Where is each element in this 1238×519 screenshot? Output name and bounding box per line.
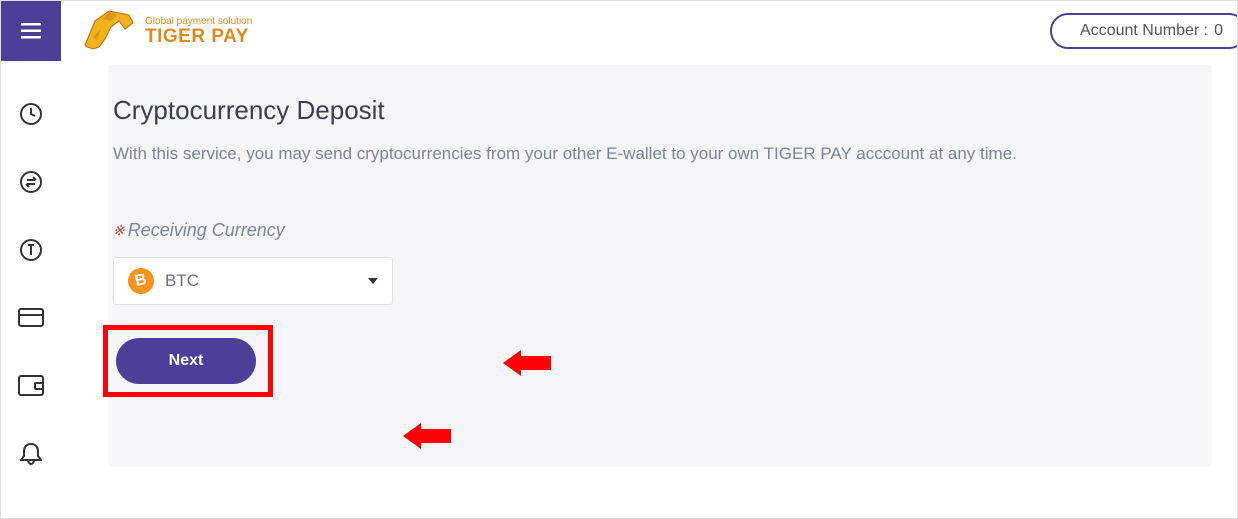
required-marker: ※ xyxy=(113,222,125,238)
account-label: Account Number : xyxy=(1080,22,1208,40)
tiger-icon xyxy=(81,9,137,53)
page-title: Cryptocurrency Deposit xyxy=(113,95,1211,126)
receiving-currency-select[interactable]: B BTC xyxy=(113,257,393,305)
logo[interactable]: Global payment solution TIGER PAY xyxy=(81,9,252,53)
logo-tagline: Global payment solution xyxy=(145,17,252,27)
account-number-pill[interactable]: Account Number : 0 xyxy=(1050,13,1238,49)
sidebar-clock-icon[interactable] xyxy=(18,101,44,127)
selected-currency-value: BTC xyxy=(165,271,199,291)
sidebar-card-icon[interactable] xyxy=(18,305,44,331)
menu-button[interactable] xyxy=(1,1,61,61)
annotation-arrow-next xyxy=(403,423,451,449)
sidebar-bell-icon[interactable] xyxy=(18,441,44,467)
account-number-value: 0 xyxy=(1214,22,1223,40)
annotation-arrow-select xyxy=(503,350,551,376)
chevron-down-icon xyxy=(368,278,378,284)
sidebar-wallet-icon[interactable] xyxy=(18,373,44,399)
sidebar xyxy=(1,61,61,518)
sidebar-token-icon[interactable] xyxy=(18,237,44,263)
btc-icon: B xyxy=(125,265,157,297)
logo-name: TIGER PAY xyxy=(145,27,252,46)
currency-field-label: Receiving Currency xyxy=(128,220,285,240)
next-button[interactable]: Next xyxy=(116,338,256,384)
hamburger-icon xyxy=(21,23,41,39)
next-button-highlight: Next xyxy=(103,325,273,397)
sidebar-exchange-icon[interactable] xyxy=(18,169,44,195)
page-description: With this service, you may send cryptocu… xyxy=(109,144,1211,164)
